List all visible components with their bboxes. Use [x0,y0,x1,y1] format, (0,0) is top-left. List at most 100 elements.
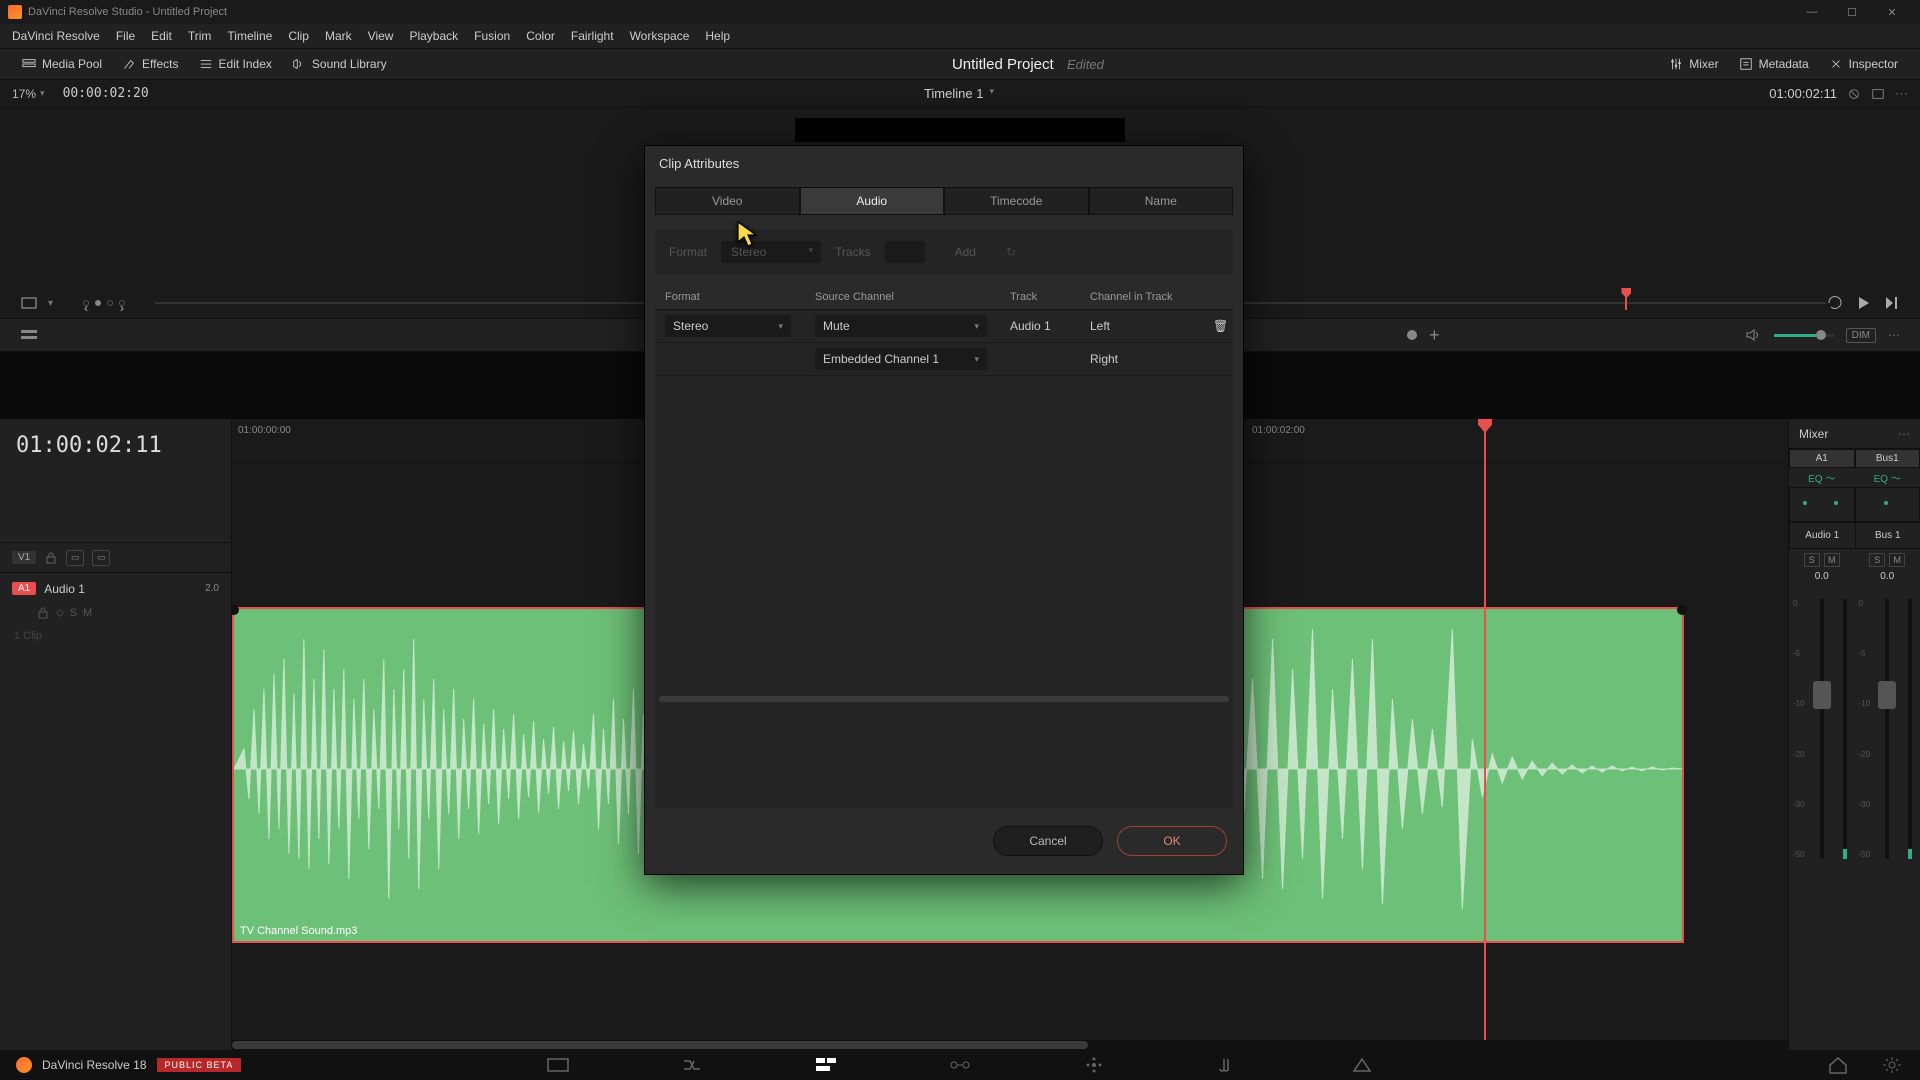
mini-playhead[interactable] [1625,294,1627,310]
channel-table: Format Source Channel Track Channel in T… [655,285,1233,808]
inspector-button[interactable]: Inspector [1819,53,1908,75]
menu-fairlight[interactable]: Fairlight [563,24,622,48]
bypass-icon[interactable] [1847,87,1861,101]
menu-fusion[interactable]: Fusion [466,24,518,48]
menu-help[interactable]: Help [697,24,738,48]
fusion-page-icon[interactable] [948,1055,972,1075]
source-select[interactable]: Mute [815,315,987,337]
mixer-ch-bus1[interactable]: Bus1 [1855,449,1920,468]
h-scrollbar[interactable] [232,1040,1788,1050]
lock-icon[interactable] [44,551,58,565]
a1-name: Audio 1 [44,582,85,596]
cancel-button[interactable]: Cancel [993,826,1103,856]
effects-button[interactable]: Effects [112,53,188,75]
cut-page-icon[interactable] [680,1055,704,1075]
volume-slider[interactable] [1774,334,1834,337]
tab-timecode[interactable]: Timecode [944,187,1089,215]
media-page-icon[interactable] [546,1055,570,1075]
tab-name[interactable]: Name [1089,187,1234,215]
col-channel-in-track: Channel in Track [1080,285,1203,309]
loop-icon[interactable] [1826,294,1844,312]
sound-library-button[interactable]: Sound Library [282,53,397,75]
timeline-view-icon[interactable] [20,326,38,344]
v1-tag[interactable]: V1 [12,551,36,564]
record-timecode[interactable]: 01:00:02:11 [1769,86,1837,101]
options-icon[interactable]: ⋯ [1895,86,1908,102]
menu-workspace[interactable]: Workspace [622,24,698,48]
menu-timeline[interactable]: Timeline [219,24,280,48]
edit-index-button[interactable]: Edit Index [189,53,282,75]
track-head-v1[interactable]: V1 ▭ ▭ [0,542,231,572]
v1-film-icon[interactable]: ▭ [92,550,110,566]
solo-a1[interactable]: S [1804,553,1820,567]
mixer-button[interactable]: Mixer [1659,53,1728,75]
eq-a1[interactable]: EQ [1789,468,1855,487]
next-icon[interactable] [1882,294,1900,312]
menu-view[interactable]: View [360,24,402,48]
menu-file[interactable]: File [108,24,143,48]
deliver-page-icon[interactable] [1350,1055,1374,1075]
a1-auto-icon[interactable]: ⬦ [56,607,64,620]
clip-handle-left[interactable] [232,605,239,615]
fader-a1[interactable]: 0-5-10-20-30-50 [1789,589,1855,869]
options-icon[interactable]: ⋯ [1898,427,1910,441]
zoom-marker[interactable] [1407,330,1417,340]
pan-graph[interactable] [1789,487,1920,523]
mixer-ch-a1[interactable]: A1 [1789,449,1855,468]
fader-bus1[interactable]: 0-5-10-20-30-50 [1855,589,1920,869]
lock-icon[interactable] [36,606,50,620]
zoom-level[interactable]: 17% [12,87,45,101]
zoom-in-icon[interactable]: + [1429,326,1440,344]
mute-button[interactable]: M [83,607,92,619]
playhead[interactable] [1484,419,1486,1050]
minimize-button[interactable]: — [1792,0,1832,24]
settings-icon[interactable] [1880,1055,1904,1075]
format-select[interactable]: Stereo [665,315,791,337]
tab-video[interactable]: Video [655,187,800,215]
volume-icon[interactable] [1744,326,1762,344]
tab-audio[interactable]: Audio [800,187,945,215]
mute-a1[interactable]: M [1824,553,1840,567]
eq-bus1[interactable]: EQ [1855,468,1920,487]
menu-mark[interactable]: Mark [317,24,360,48]
maximize-button[interactable]: ☐ [1832,0,1872,24]
chevron-down-icon[interactable]: ▾ [989,86,994,101]
media-pool-button[interactable]: Media Pool [12,53,112,75]
menu-edit[interactable]: Edit [143,24,180,48]
chevron-down-icon[interactable]: ▾ [48,298,53,309]
a1-tag[interactable]: A1 [12,582,36,595]
source-select[interactable]: Embedded Channel 1 [815,348,987,370]
menu-davinci[interactable]: DaVinci Resolve [4,24,108,48]
single-viewer-icon[interactable] [1871,87,1885,101]
source-timecode[interactable]: 00:00:02:20 [63,86,149,101]
db-bus1[interactable]: 0.0 [1855,571,1920,589]
delete-row-icon[interactable]: 🗑 [1203,314,1233,338]
db-a1[interactable]: 0.0 [1789,571,1855,589]
track-head-a1[interactable]: A1 Audio 1 2.0 [0,572,231,604]
nav-dots[interactable]: ‹› [83,300,125,306]
menu-trim[interactable]: Trim [180,24,220,48]
menu-clip[interactable]: Clip [280,24,317,48]
edit-page-icon[interactable] [814,1055,838,1075]
dialog-h-scrollbar[interactable] [659,696,1229,702]
menu-color[interactable]: Color [518,24,563,48]
timeline-name[interactable]: Timeline 1 [924,86,983,101]
home-icon[interactable] [1826,1055,1850,1075]
play-icon[interactable] [1854,294,1872,312]
clip-handle-right[interactable] [1677,605,1687,615]
match-frame-icon[interactable] [20,294,38,312]
solo-button[interactable]: S [70,607,77,619]
color-page-icon[interactable] [1082,1055,1106,1075]
menu-playback[interactable]: Playback [401,24,466,48]
options-icon[interactable]: ⋯ [1888,328,1900,342]
dim-button[interactable]: DIM [1846,328,1876,343]
playhead-timecode[interactable]: 01:00:02:11 [0,419,231,472]
v1-thumb-icon[interactable]: ▭ [66,550,84,566]
solo-bus1[interactable]: S [1869,553,1885,567]
mute-bus1[interactable]: M [1889,553,1905,567]
ruler-tick: 01:00:00:00 [238,425,291,436]
ok-button[interactable]: OK [1117,826,1227,856]
fairlight-page-icon[interactable] [1216,1055,1240,1075]
close-button[interactable]: ✕ [1872,0,1912,24]
metadata-button[interactable]: Metadata [1729,53,1819,75]
